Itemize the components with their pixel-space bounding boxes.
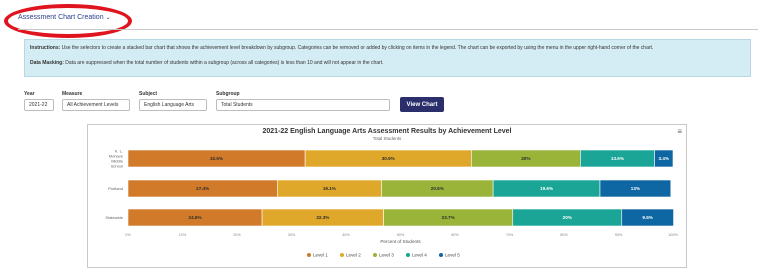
- subgroup-select[interactable]: Total Students: [216, 99, 390, 111]
- x-axis-label: Percent of Students: [380, 239, 421, 244]
- data-label: 20%: [563, 215, 572, 220]
- x-tick-label: 80%: [560, 233, 568, 237]
- measure-field: Measure All Achievement Levels: [62, 91, 130, 111]
- subject-field: Subject English Language Arts: [139, 91, 207, 111]
- view-chart-button[interactable]: View Chart: [400, 97, 444, 112]
- divider: [18, 29, 758, 30]
- x-tick-label: 10%: [179, 233, 187, 237]
- data-label: 23.7%: [442, 215, 455, 220]
- subject-label: Subject: [139, 91, 158, 97]
- stacked-bar-chart: 2021-22 English Language Arts Assessment…: [105, 128, 678, 258]
- data-label: 20%: [521, 156, 530, 161]
- x-tick-label: 20%: [233, 233, 241, 237]
- x-tick-label: 60%: [451, 233, 459, 237]
- x-tick-label: 30%: [288, 233, 296, 237]
- data-label: 3.4%: [658, 156, 668, 161]
- subject-select[interactable]: English Language Arts: [139, 99, 207, 111]
- chart-subtitle: Total Students: [373, 136, 402, 141]
- measure-label: Measure: [62, 91, 83, 97]
- chart-container: ≡ 2021-22 English Language Arts Assessme…: [87, 124, 687, 268]
- x-tick-label: 50%: [397, 233, 405, 237]
- legend-entry: Level 5: [445, 253, 460, 258]
- legend-entry: Level 3: [379, 253, 394, 258]
- year-field: Year 2021-22: [24, 91, 54, 111]
- data-label: 9.5%: [642, 215, 652, 220]
- x-tick-label: 90%: [615, 233, 623, 237]
- data-label: 13%: [631, 186, 640, 191]
- data-masking-text: Data Masking: Data are suppressed when t…: [30, 60, 384, 66]
- year-label: Year: [24, 91, 35, 97]
- data-label: 22.3%: [316, 215, 329, 220]
- category-label: School: [111, 164, 123, 169]
- legend-marker: [307, 253, 311, 257]
- legend-marker: [439, 253, 443, 257]
- x-tick-label: 100%: [668, 233, 678, 237]
- data-label: 19.1%: [323, 186, 336, 191]
- legend-entry: Level 4: [412, 253, 427, 258]
- x-tick-label: 0%: [125, 233, 131, 237]
- data-label: 13.6%: [611, 156, 624, 161]
- chart-title: 2021-22 English Language Arts Assessment…: [263, 128, 512, 135]
- legend-entry: Level 1: [313, 253, 328, 258]
- highlight-annotation-oval: [4, 4, 132, 38]
- data-label: 30.5%: [382, 156, 395, 161]
- x-tick-label: 70%: [506, 233, 514, 237]
- x-tick-label: 40%: [342, 233, 350, 237]
- category-label: Statewide: [105, 215, 123, 220]
- category-label: Portland: [108, 186, 123, 191]
- year-select[interactable]: 2021-22: [24, 99, 54, 111]
- legend-marker: [340, 253, 344, 257]
- data-label: 32.5%: [210, 156, 223, 161]
- instructions-text: Instructions: Use the selectors to creat…: [30, 45, 654, 51]
- data-label: 19.6%: [540, 186, 553, 191]
- legend-marker: [406, 253, 410, 257]
- data-label: 27.4%: [196, 186, 209, 191]
- data-label: 24.6%: [189, 215, 202, 220]
- legend-marker: [373, 253, 377, 257]
- measure-select[interactable]: All Achievement Levels: [62, 99, 130, 111]
- subgroup-field: Subgroup Total Students: [216, 91, 390, 111]
- subgroup-label: Subgroup: [216, 91, 240, 97]
- legend-entry: Level 2: [346, 253, 361, 258]
- data-label: 20.5%: [431, 186, 444, 191]
- info-panel: Instructions: Use the selectors to creat…: [24, 39, 751, 77]
